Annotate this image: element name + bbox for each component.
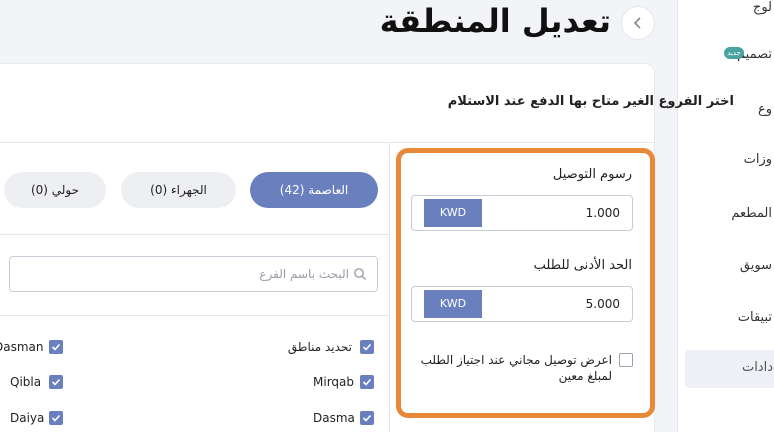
delivery-fee-label: رسوم التوصيل [552, 167, 632, 182]
sidebar-item-settings[interactable]: دادات [685, 350, 774, 388]
branch-label: Qibla [10, 375, 42, 389]
currency-badge: KWD [424, 199, 482, 227]
sidebar-item-logo[interactable]: لوج [684, 0, 774, 26]
min-order-value: 5.000 [585, 297, 620, 311]
check-icon [51, 378, 61, 386]
check-icon [362, 414, 372, 422]
min-order-label: الحد الأدنى للطلب [533, 258, 632, 273]
chevron-left-icon [633, 17, 641, 29]
branch-checkbox[interactable] [49, 340, 63, 354]
branch-checkbox[interactable] [360, 411, 374, 425]
tab-jahra[interactable]: الجهراء (0) [121, 172, 236, 208]
sidebar: لوج تصميم جديد وع وزات المطعم سويق تبيقا… [677, 0, 774, 432]
branch-label: Daiya [10, 411, 45, 425]
check-icon [362, 378, 372, 386]
search-placeholder: البحث باسم الفرع [259, 267, 349, 281]
sidebar-item-marketing[interactable]: سويق [684, 258, 774, 284]
back-button[interactable] [621, 6, 655, 40]
branch-checkbox[interactable] [49, 375, 63, 389]
min-order-input[interactable]: KWD 5.000 [411, 286, 633, 322]
free-delivery-checkbox[interactable] [619, 353, 633, 367]
branch-label: Mirqab [313, 375, 354, 389]
sidebar-item-restaurant[interactable]: المطعم [684, 206, 774, 232]
branch-label: Dasman [0, 340, 44, 354]
branch-checkbox[interactable] [360, 340, 374, 354]
check-icon [51, 414, 61, 422]
instruction-text: اختر الفروع الغير متاح بها الدفع عند الا… [447, 94, 734, 109]
branch-label: تحديد مناطق [287, 340, 352, 354]
divider [389, 142, 390, 432]
branch-checkbox[interactable] [360, 375, 374, 389]
branch-search-input[interactable]: البحث باسم الفرع [9, 256, 378, 292]
delivery-fee-value: 1.000 [585, 206, 620, 220]
sidebar-item-4[interactable]: وزات [684, 152, 774, 178]
tab-capital[interactable]: العاصمة (42) [250, 172, 378, 208]
delivery-fee-input[interactable]: KWD 1.000 [411, 195, 633, 231]
currency-badge: KWD [424, 290, 482, 318]
check-icon [362, 343, 372, 351]
check-icon [51, 343, 61, 351]
search-icon [354, 268, 366, 280]
branch-label: Dasma [313, 411, 355, 425]
page-title: تعديل المنطقة [379, 2, 611, 40]
branch-checkbox[interactable] [49, 411, 63, 425]
divider [0, 315, 389, 316]
new-badge: جديد [724, 47, 744, 59]
sidebar-item-apps[interactable]: تبيقات [684, 310, 774, 336]
tab-hawalli[interactable]: حولي (0) [4, 172, 106, 208]
divider [0, 234, 389, 235]
divider [0, 142, 655, 143]
free-delivery-label: اعرض توصيل مجاني عند اجتياز الطلب لمبلغ … [420, 353, 612, 383]
